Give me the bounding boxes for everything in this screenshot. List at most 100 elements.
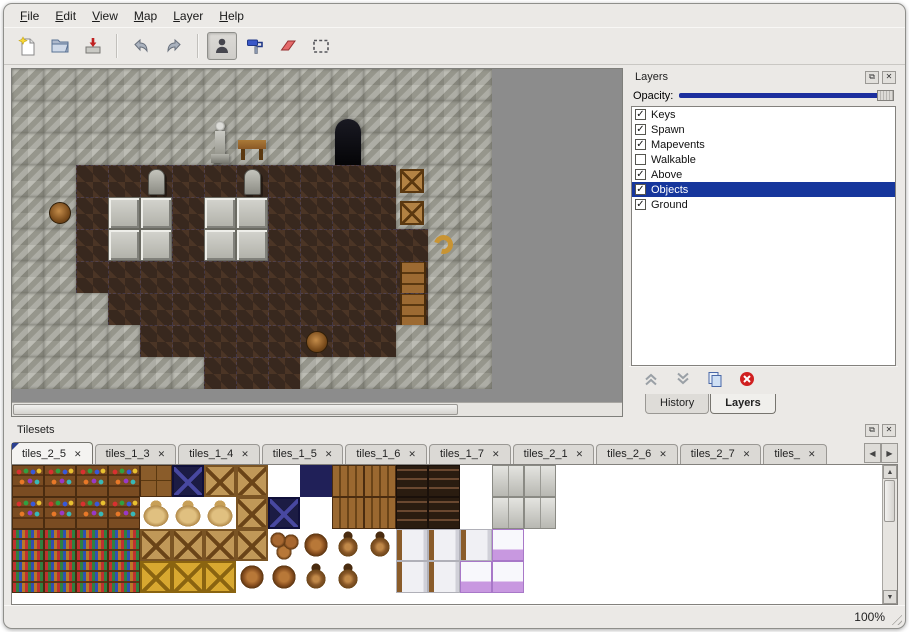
tileset-tile-shelf-bottles[interactable]: [12, 465, 44, 497]
map-tile[interactable]: [140, 261, 172, 293]
map-tile[interactable]: [76, 101, 108, 133]
tileset-tile-bookshelf[interactable]: [12, 529, 44, 561]
map-tile[interactable]: [204, 229, 236, 261]
tileset-tile-pot[interactable]: [332, 529, 364, 561]
tileset-tile-empty[interactable]: [460, 497, 492, 529]
map-tile[interactable]: [428, 357, 460, 389]
tileset-tile-crate[interactable]: [204, 465, 236, 497]
map-tile[interactable]: [428, 325, 460, 357]
map-tile[interactable]: [172, 325, 204, 357]
map-tile[interactable]: [108, 325, 140, 357]
map-tile[interactable]: [44, 101, 76, 133]
map-tile[interactable]: [460, 293, 492, 325]
map-tile[interactable]: [460, 133, 492, 165]
map-tile[interactable]: [236, 165, 268, 197]
map-tile[interactable]: [236, 261, 268, 293]
menu-file[interactable]: File: [12, 6, 47, 26]
map-tile[interactable]: [12, 101, 44, 133]
map-tile[interactable]: [140, 293, 172, 325]
map-tile[interactable]: [428, 229, 460, 261]
map-tile[interactable]: [332, 357, 364, 389]
map-tile[interactable]: [268, 325, 300, 357]
layer-visibility-checkbox[interactable]: ✓: [635, 139, 646, 150]
layer-row-objects[interactable]: ✓Objects: [632, 182, 895, 197]
map-tile[interactable]: [460, 197, 492, 229]
map-tile[interactable]: [428, 197, 460, 229]
map-tile[interactable]: [396, 261, 428, 293]
panel-close-button[interactable]: ✕: [882, 424, 896, 437]
map-tile[interactable]: [76, 325, 108, 357]
tileset-tile-sack[interactable]: [140, 497, 172, 529]
tileset-tile-shelf-bottles[interactable]: [44, 465, 76, 497]
tileset-tile-shelf-bottles[interactable]: [44, 497, 76, 529]
map-tile[interactable]: [76, 357, 108, 389]
map-tile[interactable]: [268, 357, 300, 389]
opacity-slider[interactable]: [679, 89, 894, 102]
tileset-tile-barrel[interactable]: [236, 561, 268, 593]
map-tile[interactable]: [44, 357, 76, 389]
map-tile[interactable]: [428, 261, 460, 293]
tileset-tile-bed-purple[interactable]: [460, 561, 492, 593]
panel-float-button[interactable]: ⧉: [865, 424, 879, 437]
map-tile[interactable]: [12, 165, 44, 197]
tileset-tile-bookshelf[interactable]: [44, 529, 76, 561]
map-tile[interactable]: [76, 293, 108, 325]
layer-visibility-checkbox[interactable]: [635, 154, 646, 165]
map-scroll-area[interactable]: [12, 69, 622, 402]
map-tile[interactable]: [172, 133, 204, 165]
map-tile[interactable]: [108, 293, 140, 325]
map-tile[interactable]: [268, 69, 300, 101]
tileset-tile-crate[interactable]: [236, 529, 268, 561]
layer-visibility-checkbox[interactable]: ✓: [635, 184, 646, 195]
dock-tab-layers[interactable]: Layers: [710, 394, 775, 414]
tileset-tile-stone-block[interactable]: [492, 497, 524, 529]
map-tile[interactable]: [140, 229, 172, 261]
map-tile[interactable]: [364, 133, 396, 165]
tileset-tile-bookshelf[interactable]: [76, 561, 108, 593]
map-tile[interactable]: [172, 261, 204, 293]
tileset-tile-bookshelf[interactable]: [108, 561, 140, 593]
panel-close-button[interactable]: ✕: [882, 71, 896, 84]
map-tile[interactable]: [332, 165, 364, 197]
map-tile[interactable]: [268, 133, 300, 165]
tab-scroll-left-button[interactable]: ◀: [864, 443, 881, 463]
map-tile[interactable]: [300, 357, 332, 389]
map-tile[interactable]: [460, 101, 492, 133]
tab-close-icon[interactable]: ✕: [323, 449, 335, 460]
map-tile[interactable]: [236, 101, 268, 133]
tileset-tile-sack[interactable]: [204, 497, 236, 529]
map-tile[interactable]: [44, 197, 76, 229]
tab-close-icon[interactable]: ✕: [574, 449, 586, 460]
map-tile[interactable]: [460, 357, 492, 389]
tab-close-icon[interactable]: ✕: [490, 449, 502, 460]
tileset-tile-bookshelf[interactable]: [108, 529, 140, 561]
tileset-tile-empty[interactable]: [460, 465, 492, 497]
layer-row-above[interactable]: ✓Above: [632, 167, 895, 182]
tileset-tile-gold-crate[interactable]: [204, 561, 236, 593]
map-tile[interactable]: [44, 133, 76, 165]
map-tile[interactable]: [12, 69, 44, 101]
map-tile[interactable]: [204, 357, 236, 389]
menu-layer[interactable]: Layer: [165, 6, 211, 26]
tileset-tile-shelf-bottles[interactable]: [12, 497, 44, 529]
tileset-tile-shelf-bottles[interactable]: [108, 465, 140, 497]
map-tile[interactable]: [364, 293, 396, 325]
menu-help[interactable]: Help: [211, 6, 252, 26]
map-tile[interactable]: [204, 165, 236, 197]
map-tile[interactable]: [300, 197, 332, 229]
tileset-tab-tiles_1_3[interactable]: tiles_1_3✕: [95, 444, 177, 464]
map-tile[interactable]: [236, 133, 268, 165]
map-tile[interactable]: [396, 69, 428, 101]
map-tile[interactable]: [460, 165, 492, 197]
scrollbar-thumb[interactable]: [884, 480, 895, 522]
map-canvas[interactable]: [12, 69, 492, 389]
opacity-slider-handle[interactable]: [877, 90, 894, 101]
map-tile[interactable]: [44, 165, 76, 197]
map-tile[interactable]: [396, 325, 428, 357]
layer-row-spawn[interactable]: ✓Spawn: [632, 122, 895, 137]
tileset-tab-tiles_1_4[interactable]: tiles_1_4✕: [178, 444, 260, 464]
map-tile[interactable]: [204, 261, 236, 293]
map-tile[interactable]: [108, 101, 140, 133]
map-tile[interactable]: [300, 101, 332, 133]
map-tile[interactable]: [172, 293, 204, 325]
